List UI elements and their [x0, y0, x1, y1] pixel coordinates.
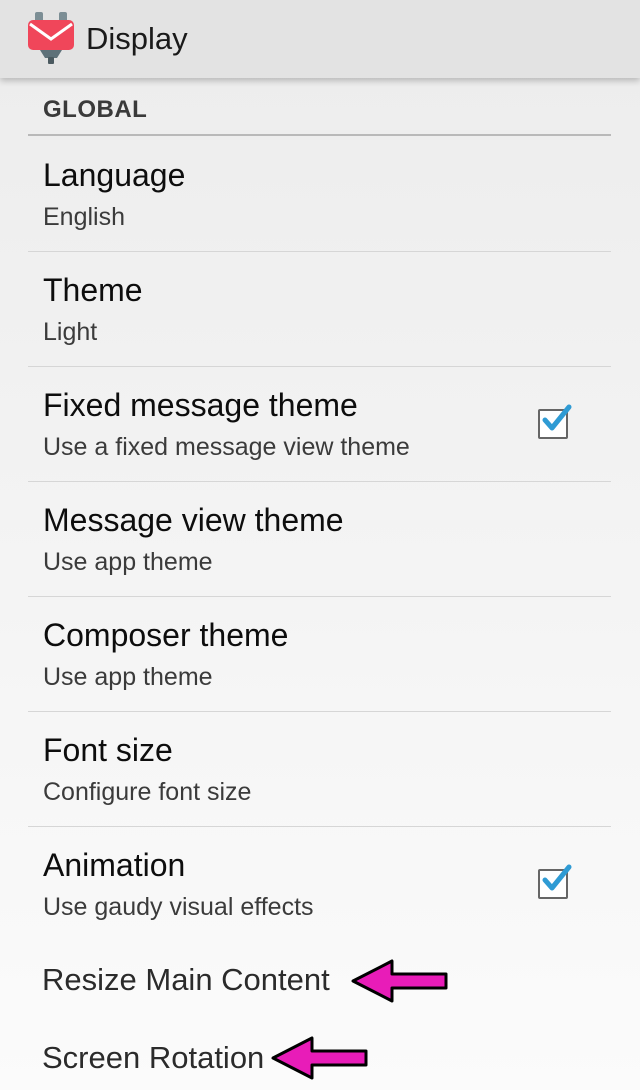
- pref-summary: Configure font size: [43, 778, 252, 806]
- app-bar: Display: [0, 0, 640, 78]
- annotation-arrow-left-icon: [351, 959, 448, 1003]
- pref-summary: Light: [43, 318, 98, 346]
- checkmark-icon: [542, 864, 572, 891]
- section-header-label: GLOBAL: [43, 96, 148, 123]
- pref-summary: Use gaudy visual effects: [43, 893, 314, 921]
- envelope-pin-icon: [28, 12, 74, 64]
- checkmark-icon: [542, 404, 572, 431]
- pref-title: Message view theme: [43, 502, 344, 538]
- pref-summary: Use app theme: [43, 548, 213, 576]
- pref-animation[interactable]: Animation Use gaudy visual effects: [28, 827, 611, 941]
- pref-summary: Use app theme: [43, 663, 213, 691]
- pref-title: Language: [43, 157, 186, 193]
- pref-summary: English: [43, 203, 125, 231]
- resize-main-content-item[interactable]: Resize Main Content: [42, 960, 330, 1000]
- annotation-arrow-left-icon: [271, 1036, 368, 1080]
- pref-title: Font size: [43, 732, 173, 768]
- pref-title: Fixed message theme: [43, 387, 358, 423]
- pref-composer-theme[interactable]: Composer theme Use app theme: [28, 597, 611, 712]
- pref-title: Animation: [43, 847, 186, 883]
- pref-title: Composer theme: [43, 617, 289, 653]
- pref-fixed-message-theme[interactable]: Fixed message theme Use a fixed message …: [28, 367, 611, 482]
- pref-message-view-theme[interactable]: Message view theme Use app theme: [28, 482, 611, 597]
- pref-summary: Use a fixed message view theme: [43, 433, 410, 461]
- screen-rotation-item[interactable]: Screen Rotation: [42, 1038, 264, 1078]
- pref-language[interactable]: Language English: [28, 137, 611, 252]
- animation-checkbox[interactable]: [538, 864, 572, 899]
- pref-font-size[interactable]: Font size Configure font size: [28, 712, 611, 827]
- pref-title: Theme: [43, 272, 143, 308]
- fixed-message-theme-checkbox[interactable]: [538, 404, 572, 439]
- section-header-global: GLOBAL: [28, 88, 611, 136]
- page-title: Display: [86, 21, 188, 56]
- pref-theme[interactable]: Theme Light: [28, 252, 611, 367]
